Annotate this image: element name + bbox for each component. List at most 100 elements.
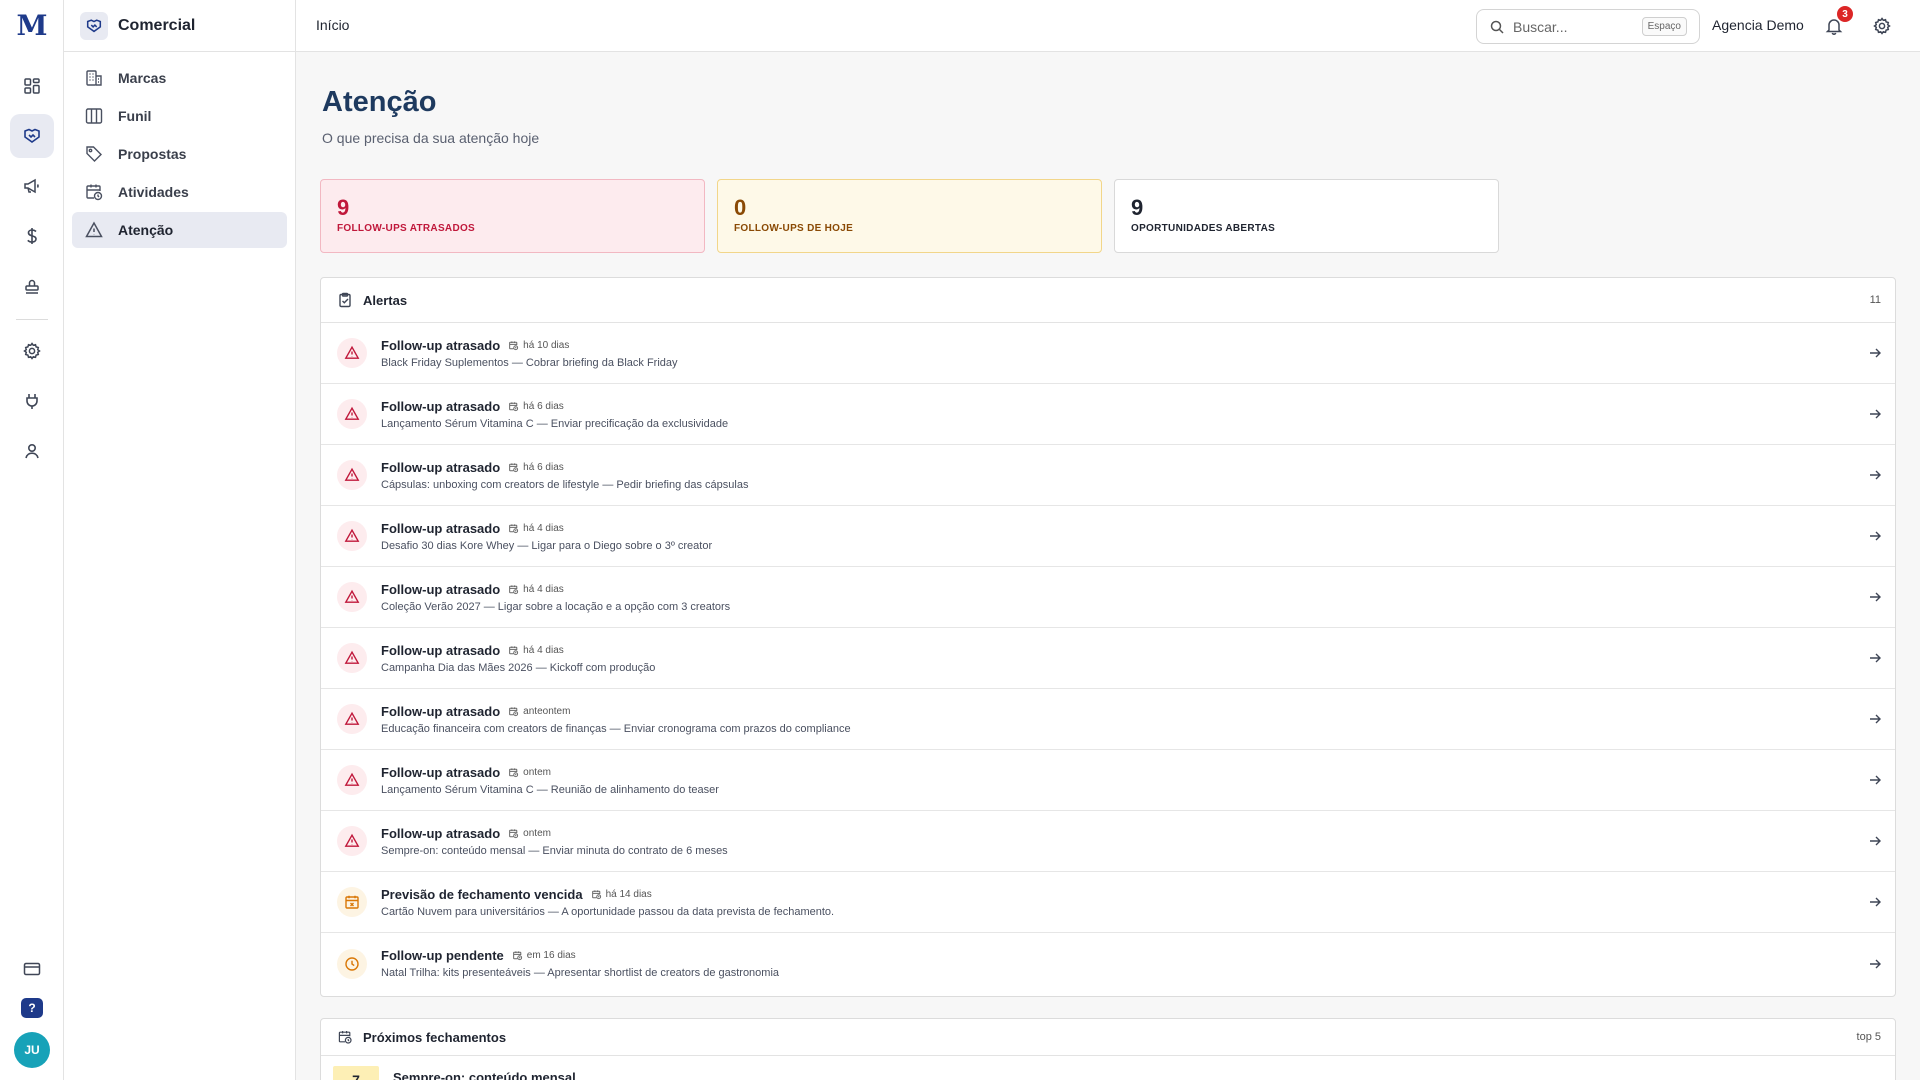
alert-description: Coleção Verão 2027 — Ligar sobre a locaç…: [381, 600, 731, 613]
alerts-card: Alertas 11 Follow-up atrasado há 10 dias B…: [320, 277, 1896, 997]
arrow-right-icon[interactable]: [1855, 712, 1895, 726]
calendar-clock-icon: [508, 401, 519, 412]
alert-description: Campanha Dia das Mães 2026 — Kickoff com…: [381, 661, 656, 674]
arrow-right-icon[interactable]: [1855, 651, 1895, 665]
stat-card-open[interactable]: 9 OPORTUNIDADES ABERTAS: [1114, 179, 1499, 253]
alert-body: Follow-up atrasado anteontem Educação fina…: [381, 704, 1855, 735]
alert-row[interactable]: Follow-up atrasado há 10 dias Black Friday…: [321, 323, 1895, 384]
alert-row[interactable]: Follow-up atrasado há 4 dias Campanha Dia …: [321, 628, 1895, 689]
alert-row[interactable]: Previsão de fechamento vencida há 14 dias…: [321, 872, 1895, 933]
credit-card-icon[interactable]: [10, 947, 54, 991]
closings-header: Próximos fechamentos top 5: [321, 1019, 1895, 1056]
alert-row[interactable]: Follow-up atrasado anteontem Educação fina…: [321, 689, 1895, 750]
alert-heading: Follow-up atrasado ontem: [381, 765, 1855, 780]
sidebar-item-label: Atividades: [118, 184, 189, 200]
arrow-right-icon[interactable]: [1855, 957, 1895, 971]
stats-row: 9 FOLLOW-UPS ATRASADOS 0 FOLLOW-UPS DE H…: [320, 179, 1499, 253]
arrow-right-icon[interactable]: [1855, 468, 1895, 482]
stat-card-overdue[interactable]: 9 FOLLOW-UPS ATRASADOS: [320, 179, 705, 253]
alert-when: há 10 dias: [523, 339, 570, 351]
alert-row[interactable]: Follow-up atrasado ontem Lançamento Sérum …: [321, 750, 1895, 811]
alert-heading: Follow-up atrasado ontem: [381, 826, 1855, 841]
alert-body: Follow-up atrasado há 10 dias Black Friday…: [381, 338, 1855, 369]
warning-icon: [337, 826, 367, 856]
alert-body: Follow-up atrasado há 6 dias Cápsulas: unb…: [381, 460, 1855, 491]
alert-heading: Follow-up atrasado há 6 dias: [381, 460, 1855, 475]
alert-title: Follow-up atrasado: [381, 825, 501, 841]
help-icon[interactable]: ?: [21, 998, 43, 1018]
alert-row[interactable]: Follow-up atrasado há 4 dias Coleção Verão…: [321, 567, 1895, 628]
sidebar-item-propostas[interactable]: Propostas: [72, 136, 287, 172]
alert-body: Follow-up atrasado há 6 dias Lançamento Sé…: [381, 399, 1855, 430]
alert-description: Lançamento Sérum Vitamina C — Reunião de…: [381, 783, 719, 796]
alert-heading: Follow-up atrasado há 10 dias: [381, 338, 1855, 353]
alert-body: Follow-up atrasado ontem Lançamento Sérum …: [381, 765, 1855, 796]
page-title: Atenção: [322, 86, 437, 118]
calendar-clock-icon: [508, 462, 519, 473]
alert-heading: Follow-up pendente em 16 dias: [381, 948, 1855, 963]
gear-icon[interactable]: [1872, 16, 1892, 36]
alert-row[interactable]: Follow-up atrasado há 6 dias Lançamento Sé…: [321, 384, 1895, 445]
rail-divider: [16, 319, 48, 320]
plug-icon[interactable]: [10, 379, 54, 423]
warning-icon: [337, 399, 367, 429]
alert-title: Follow-up atrasado: [381, 459, 501, 475]
alert-row[interactable]: Follow-up pendente em 16 dias Natal Trilha…: [321, 933, 1895, 994]
alert-when: há 4 dias: [523, 522, 564, 534]
alert-description: Cápsulas: unboxing com creators de lifes…: [381, 478, 749, 491]
alert-row[interactable]: Follow-up atrasado há 4 dias Desafio 30 di…: [321, 506, 1895, 567]
stamp-icon[interactable]: [10, 264, 54, 308]
user-icon[interactable]: [10, 429, 54, 473]
alert-title: Follow-up atrasado: [381, 520, 501, 536]
arrow-right-icon[interactable]: [1855, 773, 1895, 787]
stat-card-today[interactable]: 0 FOLLOW-UPS DE HOJE: [717, 179, 1102, 253]
stat-value: 9: [337, 195, 350, 220]
alert-body: Follow-up atrasado há 4 dias Coleção Verão…: [381, 582, 1855, 613]
alert-title: Follow-up atrasado: [381, 764, 501, 780]
alert-body: Follow-up atrasado há 4 dias Campanha Dia …: [381, 643, 1855, 674]
arrow-right-icon[interactable]: [1855, 590, 1895, 604]
calendar-clock-icon: [512, 950, 523, 961]
arrow-right-icon[interactable]: [1855, 346, 1895, 360]
dashboard-icon[interactable]: [10, 64, 54, 108]
avatar[interactable]: JU: [14, 1032, 50, 1068]
handshake-icon[interactable]: [10, 114, 54, 158]
sidebar-item-funil[interactable]: Funil: [72, 98, 287, 134]
alert-title: Follow-up atrasado: [381, 703, 501, 719]
sidebar-item-atencao[interactable]: Atenção: [72, 212, 287, 248]
gear-icon[interactable]: [10, 329, 54, 373]
sidebar-title: Comercial: [118, 16, 196, 34]
search-input[interactable]: Buscar... Espaço: [1476, 9, 1700, 44]
sidebar-item-atividades[interactable]: Atividades: [72, 174, 287, 210]
app-logo[interactable]: M: [16, 12, 48, 40]
closing-title: Sempre-on: conteúdo mensal: [393, 1070, 576, 1080]
arrow-right-icon[interactable]: [1855, 895, 1895, 909]
arrow-right-icon[interactable]: [1855, 529, 1895, 543]
warning-icon: [337, 765, 367, 795]
dollar-icon[interactable]: [10, 214, 54, 258]
alert-when: ontem: [523, 827, 551, 839]
workspace-name[interactable]: Agencia Demo: [1712, 17, 1804, 33]
megaphone-icon[interactable]: [10, 164, 54, 208]
stat-label: FOLLOW-UPS DE HOJE: [734, 223, 854, 234]
closing-row[interactable]: 7 Sempre-on: conteúdo mensal: [321, 1056, 1895, 1080]
arrow-right-icon[interactable]: [1855, 834, 1895, 848]
calendar-clock-icon: [508, 706, 519, 717]
sidebar-item-label: Funil: [118, 108, 152, 124]
notification-badge: 3: [1836, 5, 1854, 23]
alert-description: Natal Trilha: kits presenteáveis — Apres…: [381, 967, 780, 979]
alert-when: há 6 dias: [523, 400, 564, 412]
alert-row[interactable]: Follow-up atrasado há 6 dias Cápsulas: unb…: [321, 445, 1895, 506]
sidebar-item-label: Propostas: [118, 146, 187, 162]
alerts-header: Alertas 11: [321, 278, 1895, 323]
arrow-right-icon[interactable]: [1855, 407, 1895, 421]
sidebar-item-marcas[interactable]: Marcas: [72, 60, 287, 96]
alert-description: Black Friday Suplementos — Cobrar briefi…: [381, 356, 678, 369]
alert-title: Follow-up atrasado: [381, 337, 501, 353]
alert-row[interactable]: Follow-up atrasado ontem Sempre-on: conteú…: [321, 811, 1895, 872]
search-placeholder: Buscar...: [1513, 18, 1568, 35]
stat-value: 0: [734, 195, 747, 220]
breadcrumb[interactable]: Início: [316, 17, 349, 33]
icon-rail: M ? JU: [0, 0, 64, 1080]
warning-icon: [337, 338, 367, 368]
